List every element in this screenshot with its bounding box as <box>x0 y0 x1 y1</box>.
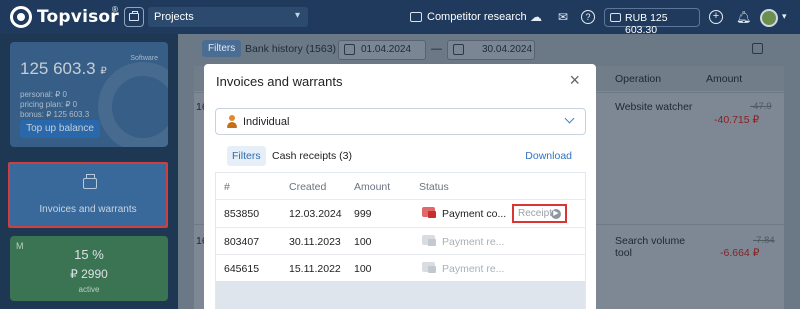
project-select[interactable]: Projects ▾ <box>148 7 308 27</box>
logo-text: Topvisor <box>37 7 119 27</box>
receipt-created: 30.11.2023 <box>289 236 341 248</box>
receipt-label: Receipt <box>518 208 552 219</box>
competitor-research-link[interactable]: Competitor research <box>410 0 527 34</box>
avatar[interactable] <box>760 9 778 27</box>
credit-card-icon <box>422 207 436 218</box>
top-up-balance-button[interactable]: Top up balance <box>20 120 100 138</box>
receipts-table: # Created Amount Status 853850 12.03.202… <box>215 172 586 309</box>
receipt-number: 853850 <box>224 208 260 220</box>
binoculars-icon <box>410 12 422 22</box>
calendar-icon <box>453 44 464 55</box>
column-amount: Amount <box>706 73 743 85</box>
logo[interactable]: Topvisor <box>10 6 119 28</box>
receipt-number: 645615 <box>224 263 260 275</box>
date-to-field[interactable]: 30.04.2024 <box>447 40 535 60</box>
printer-icon <box>83 174 97 189</box>
date-from-value: 01.04.2024 <box>361 44 412 55</box>
chevron-down-icon <box>564 113 575 124</box>
receipt-amount: 999 <box>354 208 372 220</box>
modal-title: Invoices and warrants <box>216 74 343 89</box>
receipt-amount: 100 <box>354 236 372 248</box>
project-select-value: Projects <box>154 11 194 23</box>
receipt-row[interactable]: 803407 30.11.2023 100 Payment re... <box>216 227 585 254</box>
export-icon[interactable] <box>752 43 763 54</box>
cloud-upload-icon[interactable]: ☁ <box>529 10 543 24</box>
plus-icon[interactable]: + <box>709 10 723 24</box>
personal-line: personal: ₽ 0 <box>20 90 67 99</box>
receipt-status: Payment co... <box>442 208 507 220</box>
balance-currency: ₽ <box>100 66 107 77</box>
receipt-row[interactable]: 645615 15.11.2022 100 Payment re... <box>216 254 585 281</box>
wallet-icon <box>610 13 621 22</box>
balance-card: 125 603.3 ₽ Software personal: ₽ 0 prici… <box>10 42 168 147</box>
balance-amount-value: 125 603.3 <box>20 59 96 78</box>
receipt-created: 15.11.2022 <box>289 263 341 275</box>
chevron-down-icon: ▾ <box>294 10 300 21</box>
receipt-status: Payment re... <box>442 236 505 248</box>
pricing-plan-line: pricing plan: ₽ 0 <box>20 100 78 109</box>
credit-card-icon <box>422 235 436 246</box>
bank-history-tab[interactable]: Bank history (1563) <box>245 43 336 55</box>
row-amount-old: -47.9 <box>750 101 772 112</box>
calendar-icon <box>344 44 355 55</box>
modal-filters-tab[interactable]: Filters <box>227 146 266 166</box>
row-operation: Search volume tool <box>615 235 686 259</box>
receipt-button[interactable]: Receipt ▶ <box>512 204 567 223</box>
top-bar: Topvisor ® Projects ▾ Competitor researc… <box>0 0 800 36</box>
software-label: Software <box>130 55 158 62</box>
receipt-row[interactable]: 853850 12.03.2024 999 Payment co... Rece… <box>216 199 585 226</box>
briefcase-icon <box>129 11 139 21</box>
date-separator: — <box>431 43 442 55</box>
column-number: # <box>224 181 230 193</box>
row-amount: -6.664 ₽ <box>720 247 760 259</box>
receipt-created: 12.03.2024 <box>289 208 342 220</box>
invoices-and-warrants-card[interactable]: Invoices and warrants <box>8 162 168 228</box>
bonus-line: bonus: ₽ 125 603.3 <box>20 110 90 119</box>
arrow-right-icon: ▶ <box>551 209 561 219</box>
download-link[interactable]: Download <box>525 150 572 162</box>
cash-receipts-tab[interactable]: Cash receipts (3) <box>272 150 352 162</box>
balance-value: RUB 125 603.30 <box>625 12 668 36</box>
bell-icon[interactable]: 🔔︎ <box>736 10 751 24</box>
receipt-status: Payment re... <box>442 263 505 275</box>
receipts-table-header: # Created Amount Status <box>216 173 585 199</box>
column-created: Created <box>289 181 327 193</box>
competitor-research-label: Competitor research <box>427 11 527 23</box>
receipt-number: 803407 <box>224 236 260 248</box>
filters-tab[interactable]: Filters <box>202 40 242 57</box>
column-operation: Operation <box>615 73 662 85</box>
date-to-value: 30.04.2024 <box>482 44 533 55</box>
plan-status: active <box>78 285 100 294</box>
row-amount-old: -7.84 <box>753 235 775 246</box>
balance-button[interactable]: RUB 125 603.30 <box>604 8 700 36</box>
chevron-down-icon[interactable]: ▾ <box>782 11 787 22</box>
column-amount: Amount <box>354 181 391 193</box>
decorative-ring <box>98 62 168 147</box>
date-from-field[interactable]: 01.04.2024 <box>338 40 426 60</box>
pricing-plan-card[interactable]: M 15 % ₽ 2990 active <box>10 236 168 301</box>
row-amount: -40.715 ₽ <box>714 114 760 126</box>
invoices-card-label: Invoices and warrants <box>39 204 137 215</box>
help-icon[interactable]: ? <box>581 10 595 24</box>
payer-type-select[interactable]: Individual <box>215 108 586 135</box>
credit-card-icon <box>422 262 436 273</box>
person-icon <box>227 115 237 128</box>
payer-type-value: Individual <box>243 116 290 128</box>
invoices-modal: Invoices and warrants × Individual Filte… <box>204 64 596 309</box>
registered-mark: ® <box>112 5 118 14</box>
receipt-amount: 100 <box>354 263 372 275</box>
plan-percent: 15 % <box>74 247 104 262</box>
balance-amount: 125 603.3 ₽ <box>20 59 107 79</box>
receipts-table-footer <box>216 281 585 309</box>
filter-bar: Filters Bank history (1563) 01.04.2024 —… <box>178 34 800 64</box>
column-status: Status <box>419 181 449 193</box>
plan-amount: ₽ 2990 <box>70 267 108 281</box>
row-operation: Website watcher <box>615 101 693 113</box>
close-icon[interactable]: × <box>569 71 580 89</box>
topvisor-logo-icon <box>10 6 32 28</box>
projects-button[interactable] <box>124 7 144 27</box>
mail-icon[interactable]: ✉ <box>556 10 570 24</box>
